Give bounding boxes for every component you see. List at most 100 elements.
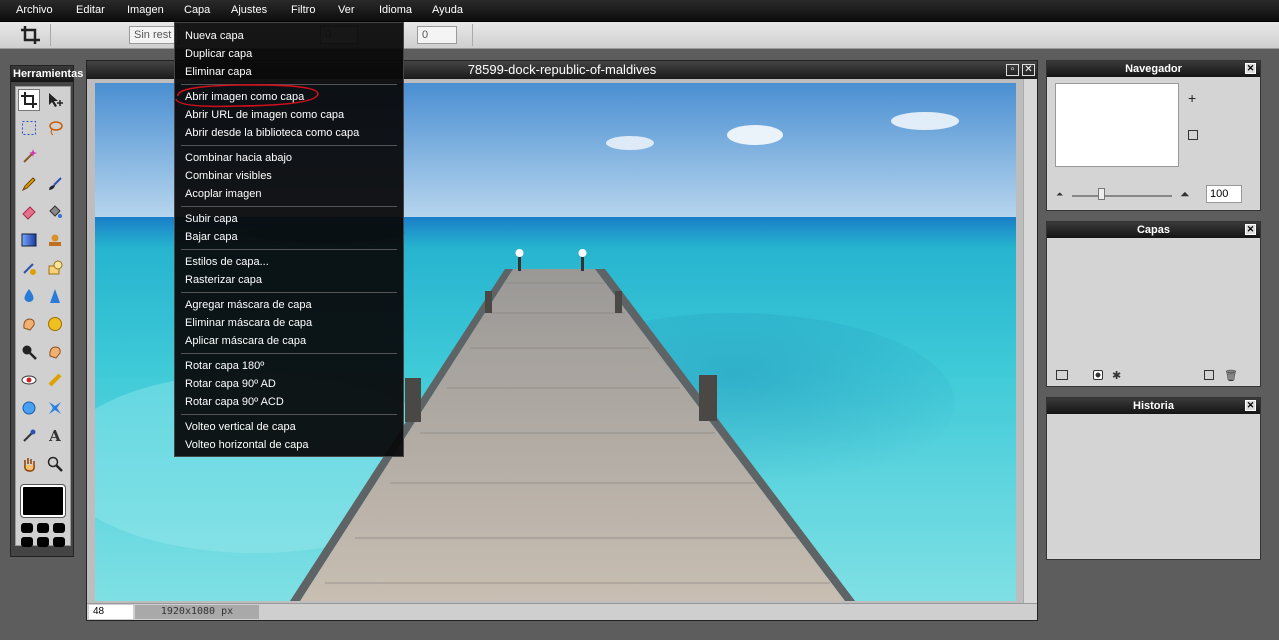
palette-slot[interactable]: [53, 523, 65, 533]
gradient-tool-icon[interactable]: [18, 229, 40, 251]
close-window-icon[interactable]: ✕: [1022, 64, 1035, 76]
new-layer-icon[interactable]: [1204, 370, 1214, 380]
layer-mask-icon[interactable]: [1093, 370, 1103, 380]
menu-item-combinar-hacia-abajo[interactable]: Combinar hacia abajo: [175, 149, 403, 167]
menu-item-bajar-capa[interactable]: Bajar capa: [175, 228, 403, 246]
menu-item-volteo-vertical[interactable]: Volteo vertical de capa: [175, 418, 403, 436]
close-navigator-icon[interactable]: ✕: [1245, 63, 1256, 74]
menu-item-acoplar-imagen[interactable]: Acoplar imagen: [175, 185, 403, 203]
menu-separator: [181, 353, 397, 354]
paint-bucket-icon[interactable]: [44, 201, 66, 223]
close-layers-icon[interactable]: ✕: [1245, 224, 1256, 235]
menu-ver[interactable]: Ver: [338, 4, 355, 16]
history-list[interactable]: [1048, 415, 1259, 558]
tools-panel-title: Herramientas: [11, 66, 84, 82]
menu-item-rotar-90-acd[interactable]: Rotar capa 90º ACD: [175, 393, 403, 411]
marquee-tool-icon[interactable]: [18, 117, 40, 139]
history-title: Historia: [1047, 398, 1260, 414]
menu-item-eliminar-capa[interactable]: Eliminar capa: [175, 63, 403, 81]
layers-list[interactable]: [1050, 241, 1257, 365]
navigator-preview[interactable]: [1055, 83, 1179, 167]
hand-tool-icon[interactable]: [18, 453, 40, 475]
menu-ajustes[interactable]: Ajustes: [231, 4, 267, 16]
menu-capa[interactable]: Capa: [184, 4, 210, 16]
menu-separator: [181, 249, 397, 250]
menu-item-duplicar-capa[interactable]: Duplicar capa: [175, 45, 403, 63]
color-replace-icon[interactable]: [18, 257, 40, 279]
menu-item-agregar-mascara[interactable]: Agregar máscara de capa: [175, 296, 403, 314]
menu-filtro[interactable]: Filtro: [291, 4, 315, 16]
delete-layer-icon[interactable]: 🗑: [1224, 369, 1238, 382]
menu-item-aplicar-mascara[interactable]: Aplicar máscara de capa: [175, 332, 403, 350]
zoom-in-icon[interactable]: ⏶: [1180, 187, 1190, 202]
menu-item-subir-capa[interactable]: Subir capa: [175, 210, 403, 228]
blur-tool-icon[interactable]: [18, 285, 40, 307]
menu-imagen[interactable]: Imagen: [127, 4, 164, 16]
move-tool-icon[interactable]: [44, 89, 66, 111]
sponge-tool-icon[interactable]: [44, 313, 66, 335]
menu-editar[interactable]: Editar: [76, 4, 105, 16]
type-tool-icon[interactable]: A: [44, 425, 66, 447]
tools-panel: Herramientas A: [10, 65, 84, 557]
menu-item-estilos-de-capa[interactable]: Estilos de capa...: [175, 253, 403, 271]
pencil-tool-icon[interactable]: [18, 173, 40, 195]
dodge-tool-icon[interactable]: [18, 341, 40, 363]
layer-style-icon[interactable]: ✱: [1112, 369, 1121, 382]
menu-separator: [181, 292, 397, 293]
menu-item-rasterizar-capa[interactable]: Rasterizar capa: [175, 271, 403, 289]
layers-title: Capas: [1047, 222, 1260, 238]
menu-item-rotar-180[interactable]: Rotar capa 180º: [175, 357, 403, 375]
smudge-tool-icon[interactable]: [18, 313, 40, 335]
layer-settings-icon[interactable]: [1056, 370, 1068, 380]
bloat-tool-icon[interactable]: [18, 397, 40, 419]
magic-wand-icon[interactable]: [18, 145, 40, 167]
navigator-panel: Navegador ✕ + ⏶ ⏶ 100: [1046, 60, 1261, 211]
zoom-out-icon[interactable]: ⏶: [1056, 189, 1063, 200]
menu-idioma[interactable]: Idioma: [379, 4, 412, 16]
color-picker-icon[interactable]: [18, 425, 40, 447]
clone-stamp-icon[interactable]: [44, 229, 66, 251]
vertical-scrollbar[interactable]: [1023, 79, 1037, 603]
spot-heal-icon[interactable]: [44, 369, 66, 391]
drawing-tool-icon[interactable]: [44, 257, 66, 279]
add-icon[interactable]: +: [1188, 90, 1196, 106]
zoom-slider-handle[interactable]: [1098, 188, 1105, 200]
red-eye-tool-icon[interactable]: [18, 369, 40, 391]
pinch-tool-icon[interactable]: [44, 397, 66, 419]
restriction-select[interactable]: Sin rest: [129, 26, 179, 44]
image-dimensions: 1920x1080 px: [135, 605, 259, 619]
menu-item-combinar-visibles[interactable]: Combinar visibles: [175, 167, 403, 185]
foreground-color-swatch[interactable]: [20, 484, 66, 518]
menu-separator: [181, 145, 397, 146]
sharpen-tool-icon[interactable]: [44, 285, 66, 307]
maximize-window-icon[interactable]: ▫: [1006, 64, 1019, 76]
crop-tool-icon[interactable]: [18, 89, 40, 111]
palette-slot[interactable]: [37, 537, 49, 547]
palette-slot[interactable]: [21, 537, 33, 547]
burn-tool-icon[interactable]: [44, 341, 66, 363]
menu-item-abrir-biblioteca-como-capa[interactable]: Abrir desde la biblioteca como capa: [175, 124, 403, 142]
palette-slot[interactable]: [37, 523, 49, 533]
status-bar: 48 1920x1080 px: [87, 603, 1037, 620]
zoom-tool-icon[interactable]: [44, 453, 66, 475]
navigator-zoom-input[interactable]: 100: [1206, 185, 1242, 203]
menu-item-eliminar-mascara[interactable]: Eliminar máscara de capa: [175, 314, 403, 332]
menu-item-volteo-horizontal[interactable]: Volteo horizontal de capa: [175, 436, 403, 454]
menu-archivo[interactable]: Archivo: [16, 4, 53, 16]
close-history-icon[interactable]: ✕: [1245, 400, 1256, 411]
zoom-slider[interactable]: [1072, 195, 1172, 197]
menu-item-rotar-90-ad[interactable]: Rotar capa 90º AD: [175, 375, 403, 393]
zoom-input[interactable]: 48: [89, 605, 133, 619]
lasso-tool-icon[interactable]: [44, 117, 66, 139]
crop-view-icon[interactable]: [1188, 130, 1198, 140]
palette-slot[interactable]: [21, 523, 33, 533]
brush-tool-icon[interactable]: [44, 173, 66, 195]
height-input[interactable]: 0: [417, 26, 457, 44]
menu-separator: [181, 206, 397, 207]
crop-icon: [20, 25, 42, 45]
menu-item-nueva-capa[interactable]: Nueva capa: [175, 27, 403, 45]
eraser-tool-icon[interactable]: [18, 201, 40, 223]
palette-slot[interactable]: [53, 537, 65, 547]
menu-ayuda[interactable]: Ayuda: [432, 4, 463, 16]
navigator-title: Navegador: [1047, 61, 1260, 77]
